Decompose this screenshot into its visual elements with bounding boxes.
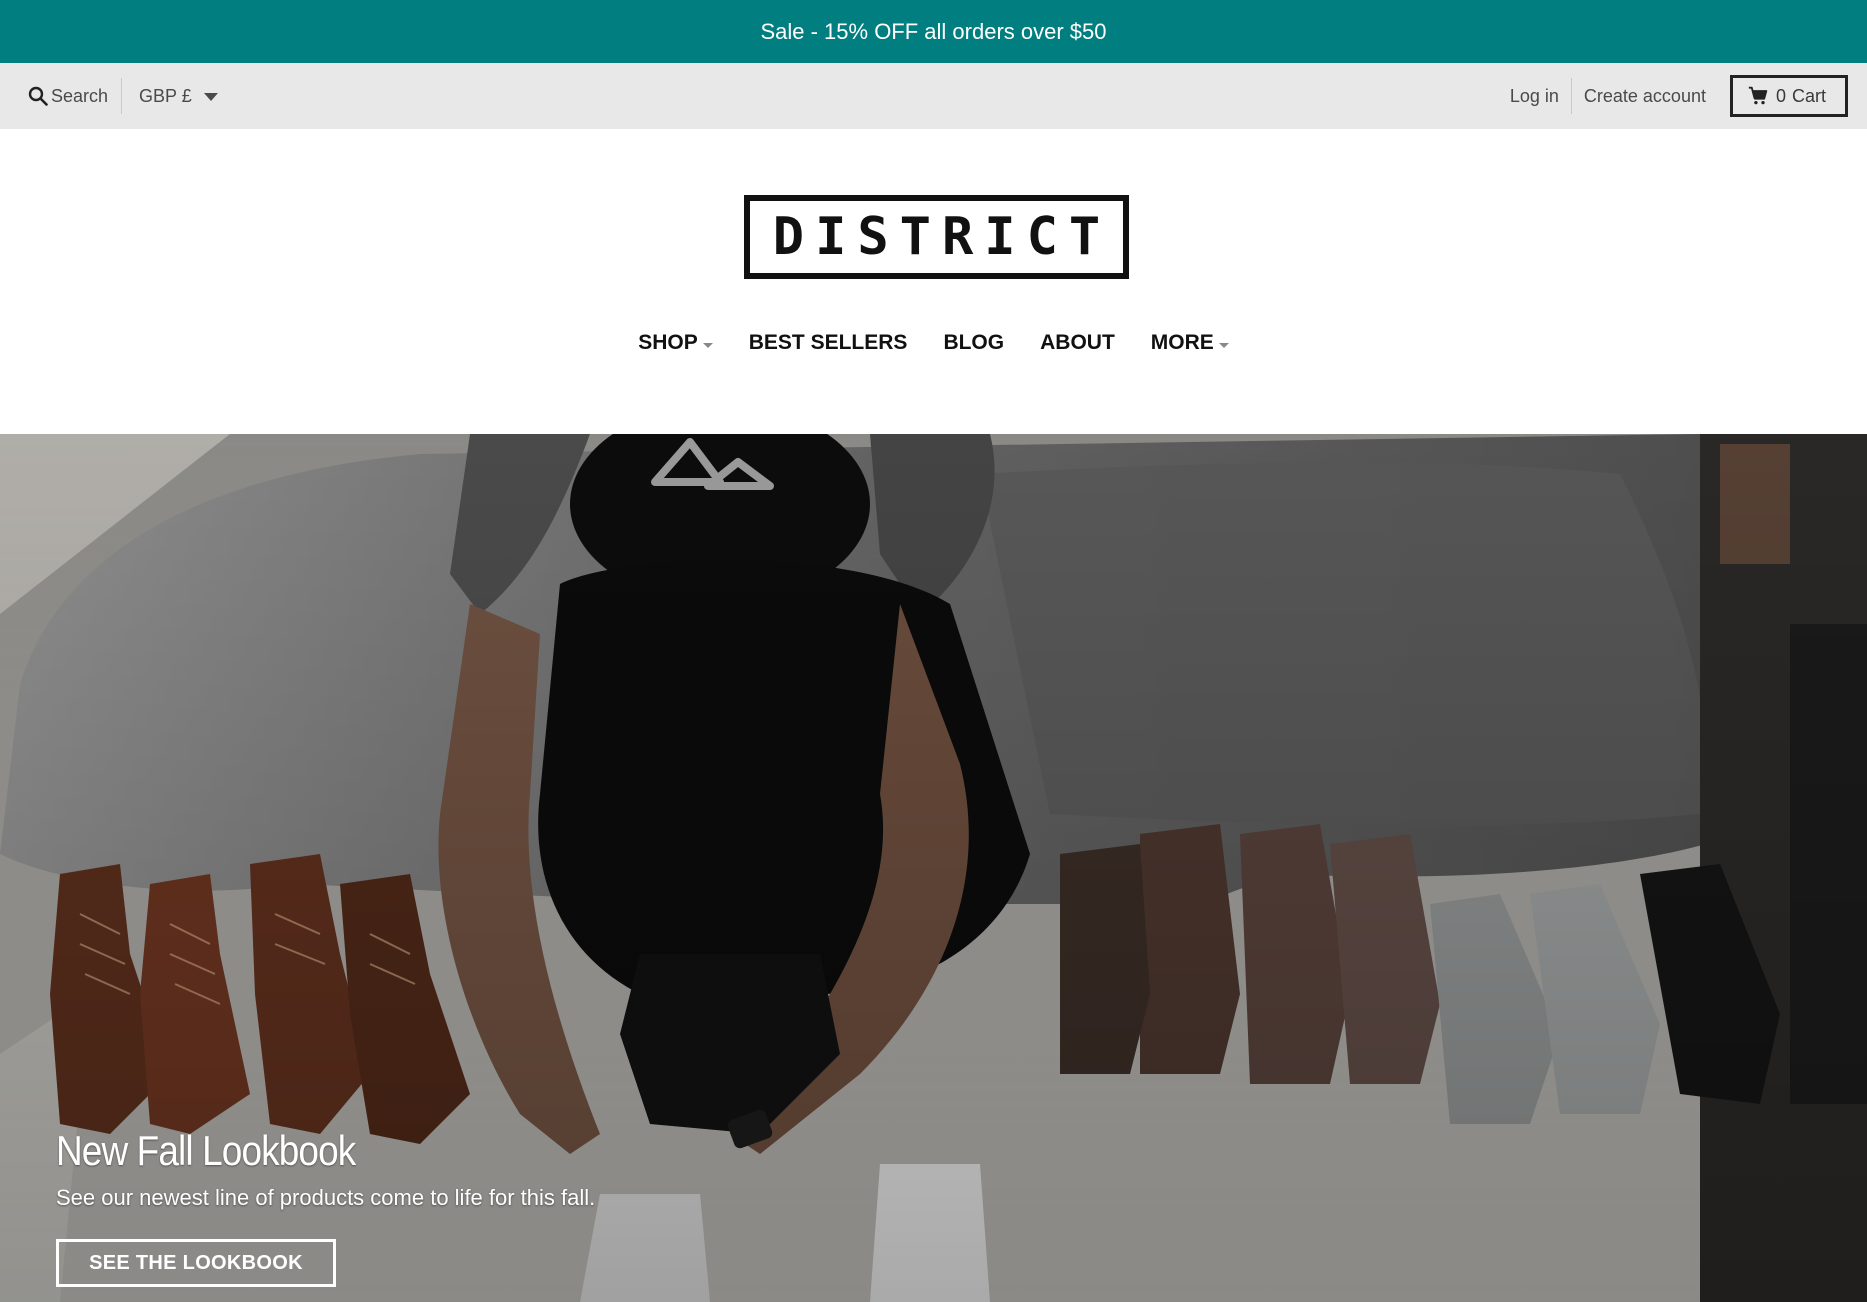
nav-item-best-sellers[interactable]: BEST SELLERS — [749, 331, 908, 355]
cart-icon — [1748, 86, 1768, 105]
main-nav: SHOP BEST SELLERS BLOG ABOUT MORE — [0, 331, 1867, 355]
currency-label: GBP £ — [139, 85, 192, 106]
hero-subtitle: See our newest line of products come to … — [56, 1185, 596, 1210]
nav-item-label: ABOUT — [1040, 331, 1115, 354]
chevron-down-icon — [203, 93, 218, 101]
utility-bar: Search GBP £ Log in Create account 0 Car… — [0, 63, 1867, 129]
nav-item-label: SHOP — [638, 331, 698, 354]
search-icon — [28, 86, 48, 106]
site-header: DISTRICT SHOP BEST SELLERS BLOG ABOUT MO… — [0, 129, 1867, 434]
currency-selector[interactable]: GBP £ — [122, 86, 218, 107]
login-label: Log in — [1509, 85, 1559, 106]
hero-text-block: New Fall Lookbook See our newest line of… — [56, 1127, 595, 1211]
create-account-label: Create account — [1583, 85, 1706, 106]
nav-item-shop[interactable]: SHOP — [638, 331, 713, 355]
search-label: Search — [51, 85, 109, 106]
nav-item-about[interactable]: ABOUT — [1040, 331, 1115, 355]
nav-item-label: BEST SELLERS — [748, 331, 908, 354]
nav-item-blog[interactable]: BLOG — [943, 331, 1004, 355]
utility-left: Search GBP £ — [28, 63, 218, 129]
login-link[interactable]: Log in — [1510, 78, 1572, 114]
lookbook-button-label: SEE THE LOOKBOOK — [89, 1251, 303, 1274]
nav-item-more[interactable]: MORE — [1151, 331, 1229, 355]
nav-item-label: BLOG — [943, 331, 1005, 354]
chevron-down-icon — [702, 342, 713, 348]
search-button[interactable]: Search — [28, 78, 123, 114]
create-account-link[interactable]: Create account — [1572, 86, 1706, 107]
cart-count: 0 — [1775, 85, 1786, 106]
announcement-bar: Sale - 15% OFF all orders over $50 — [0, 0, 1867, 63]
cart-label: Cart — [1791, 85, 1826, 106]
announcement-text: Sale - 15% OFF all orders over $50 — [760, 18, 1107, 44]
cart-button[interactable]: 0 Cart — [1729, 75, 1848, 117]
nav-item-label: MORE — [1150, 331, 1214, 354]
hero-title: New Fall Lookbook — [56, 1127, 356, 1174]
site-logo[interactable]: DISTRICT — [744, 195, 1129, 279]
hero-banner: New Fall Lookbook See our newest line of… — [0, 434, 1867, 1302]
logo-text: DISTRICT — [772, 207, 1112, 267]
lookbook-button[interactable]: SEE THE LOOKBOOK — [56, 1239, 336, 1287]
chevron-down-icon — [1218, 342, 1229, 348]
utility-right: Log in Create account 0 Cart — [1510, 63, 1848, 129]
